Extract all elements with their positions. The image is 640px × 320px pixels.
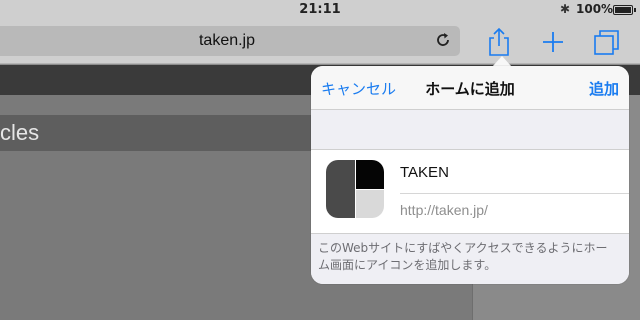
reload-icon[interactable] — [434, 31, 452, 49]
popover-title: ホームに追加 — [425, 80, 515, 98]
address-text: taken.jp — [198, 32, 256, 49]
add-button[interactable]: 追加 — [589, 78, 619, 99]
address-bar[interactable]: taken.jp — [0, 26, 460, 56]
battery-percent: 100% — [576, 2, 614, 16]
browser-toolbar: taken.jp — [0, 20, 640, 64]
app-name: TAKEN — [400, 164, 449, 181]
tabs-icon[interactable] — [590, 25, 624, 59]
bluetooth-icon: ✱ — [560, 2, 571, 16]
page-headline: cles — [0, 120, 40, 145]
description-text: このWebサイトにすばやくアクセスできるようにホーム画面にアイコンを追加します。 — [318, 241, 608, 272]
popover-footer: このWebサイトにすばやくアクセスできるようにホーム画面にアイコンを追加します。 — [311, 234, 629, 284]
plus-icon[interactable] — [536, 25, 570, 59]
battery-icon — [613, 5, 636, 15]
site-url: http://taken.jp/ — [400, 202, 488, 218]
site-icon — [326, 160, 384, 218]
popover-header: キャンセル ホームに追加 追加 — [311, 66, 629, 110]
app-name-field[interactable]: TAKEN — [400, 160, 629, 194]
status-bar: 21:11 ✱ 100% — [0, 0, 640, 20]
add-to-home-popover: キャンセル ホームに追加 追加 TAKEN http://taken.jp/ こ… — [311, 66, 629, 284]
status-time: 21:11 — [299, 2, 341, 17]
bookmark-card: TAKEN http://taken.jp/ — [311, 150, 629, 234]
popover-spacer — [311, 110, 629, 150]
share-icon[interactable] — [482, 25, 516, 59]
